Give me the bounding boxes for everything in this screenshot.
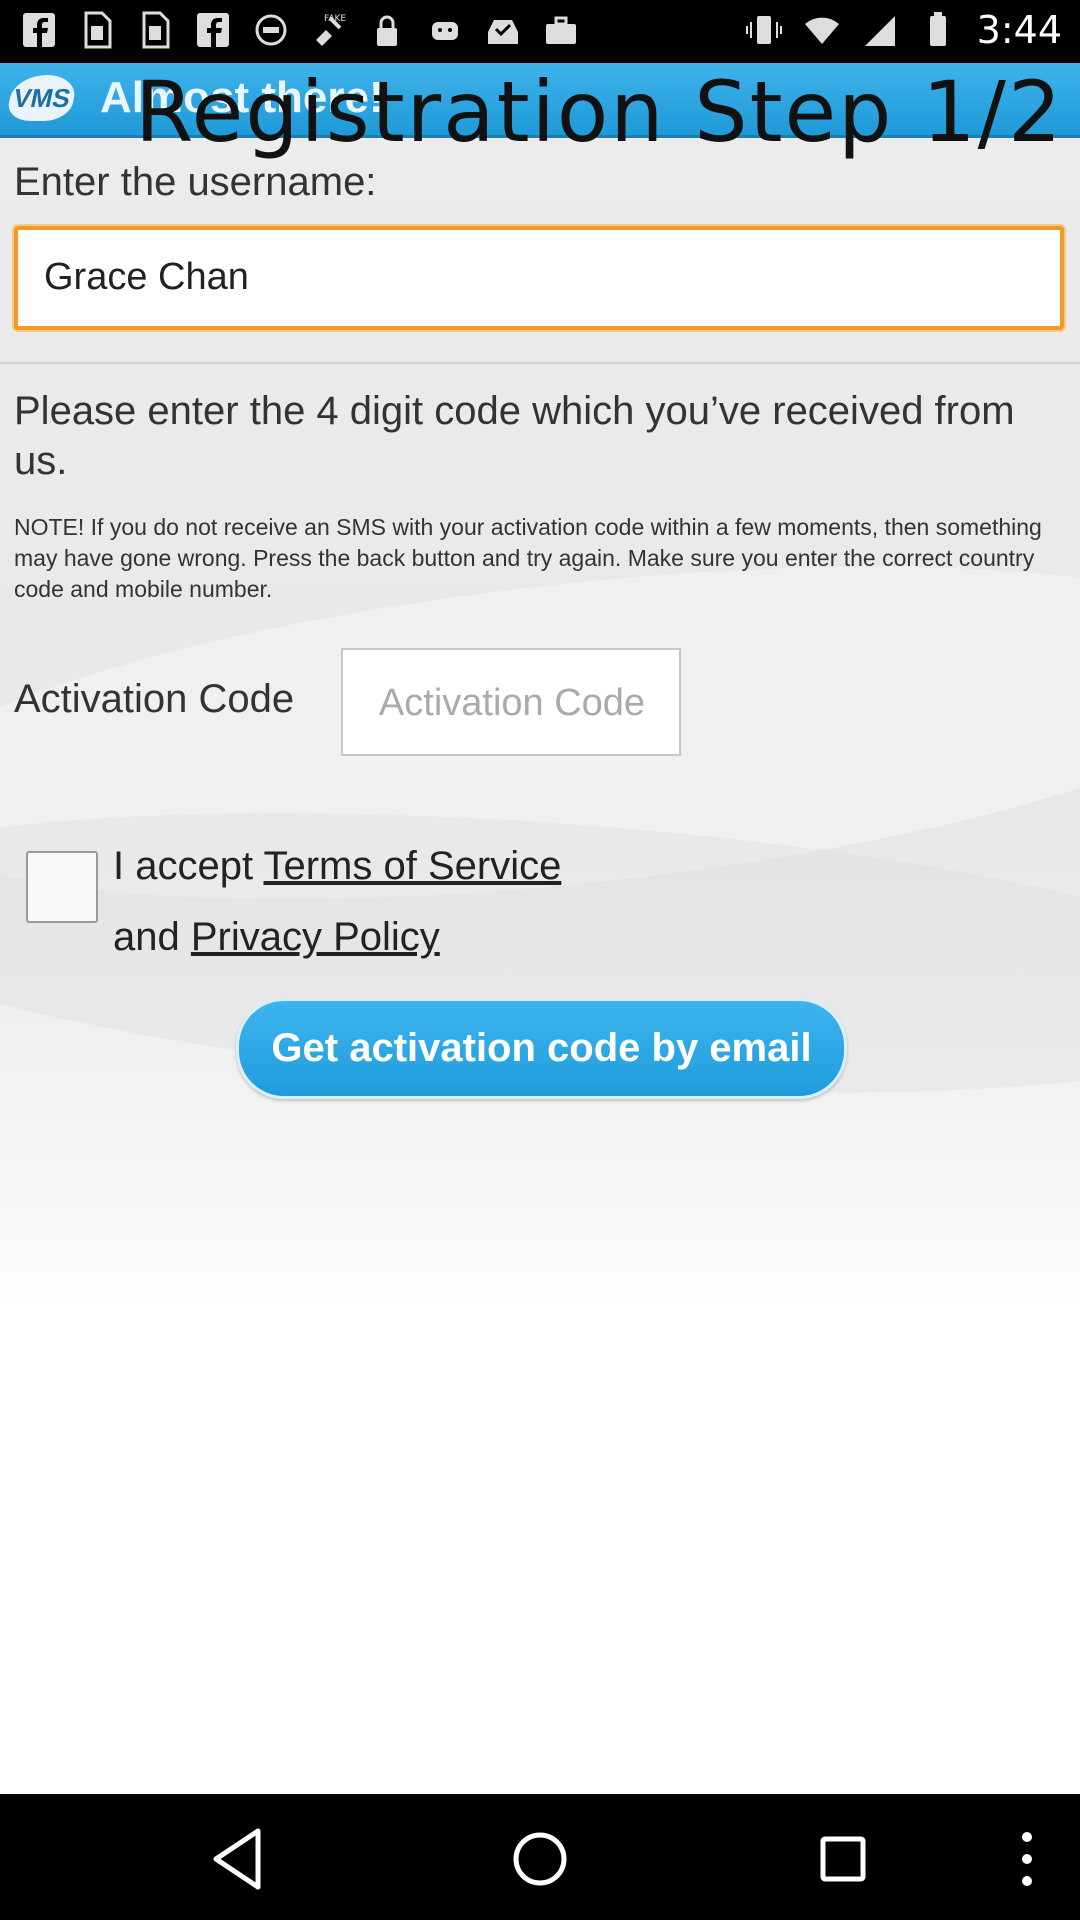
- username-value: Grace Chan: [44, 256, 249, 298]
- facebook-icon: [23, 13, 55, 47]
- accept-privacy-text: and Privacy Policy: [113, 915, 440, 960]
- terms-of-service-link[interactable]: Terms of Service: [263, 844, 561, 888]
- accept-terms-checkbox[interactable]: [26, 851, 98, 923]
- signal-icon: [864, 16, 895, 46]
- overflow-menu-icon[interactable]: [987, 1819, 1067, 1899]
- registration-screen: VMS Almost there! Registration Step 1/2 …: [0, 63, 1080, 1794]
- code-instructions: Please enter the 4 digit code which you’…: [14, 389, 1015, 483]
- battery-icon: [929, 12, 946, 46]
- step-overlay-title: Registration Step 1/2: [135, 63, 1064, 161]
- lock-icon: [377, 15, 397, 46]
- wifi-icon: [804, 17, 839, 44]
- title-bar: VMS Almost there! Registration Step 1/2: [0, 63, 1080, 161]
- navigation-bar: [0, 1794, 1080, 1920]
- inbox-check-icon: [488, 20, 518, 44]
- username-field[interactable]: Grace Chan: [14, 226, 1064, 330]
- back-icon[interactable]: [200, 1819, 280, 1899]
- recents-icon[interactable]: [803, 1819, 883, 1899]
- facebook-icon: [197, 13, 229, 47]
- accept-terms-text: I accept Terms of Service: [113, 844, 561, 889]
- briefcase-icon: [546, 16, 576, 44]
- accept-prefix: I accept: [113, 844, 264, 888]
- activation-code-input[interactable]: [345, 652, 679, 754]
- get-code-by-email-button[interactable]: Get activation code by email: [236, 998, 847, 1099]
- divider: [0, 362, 1080, 364]
- notification-icons: FAKE: [20, 10, 580, 50]
- system-status: 3:44: [745, 8, 1062, 52]
- android-icon: [432, 22, 458, 40]
- clock: 3:44: [976, 8, 1062, 52]
- username-label: Enter the username:: [14, 160, 377, 204]
- home-icon[interactable]: [500, 1819, 580, 1899]
- fake-gps-icon: FAKE: [316, 14, 346, 46]
- activation-code-field-container: [341, 648, 681, 756]
- svg-text:FAKE: FAKE: [324, 14, 346, 24]
- vms-logo: VMS: [5, 75, 79, 121]
- privacy-policy-link[interactable]: Privacy Policy: [191, 915, 440, 959]
- sms-note: NOTE! If you do not receive an SMS with …: [14, 514, 1042, 602]
- sim-card-icon: [142, 11, 170, 49]
- accept-middle: and: [113, 915, 191, 959]
- sync-icon: [255, 14, 287, 46]
- activation-code-label: Activation Code: [14, 677, 295, 721]
- status-bar: FAKE 3:44: [0, 0, 1080, 63]
- sim-card-icon: [84, 11, 112, 49]
- vibrate-icon: [745, 16, 782, 44]
